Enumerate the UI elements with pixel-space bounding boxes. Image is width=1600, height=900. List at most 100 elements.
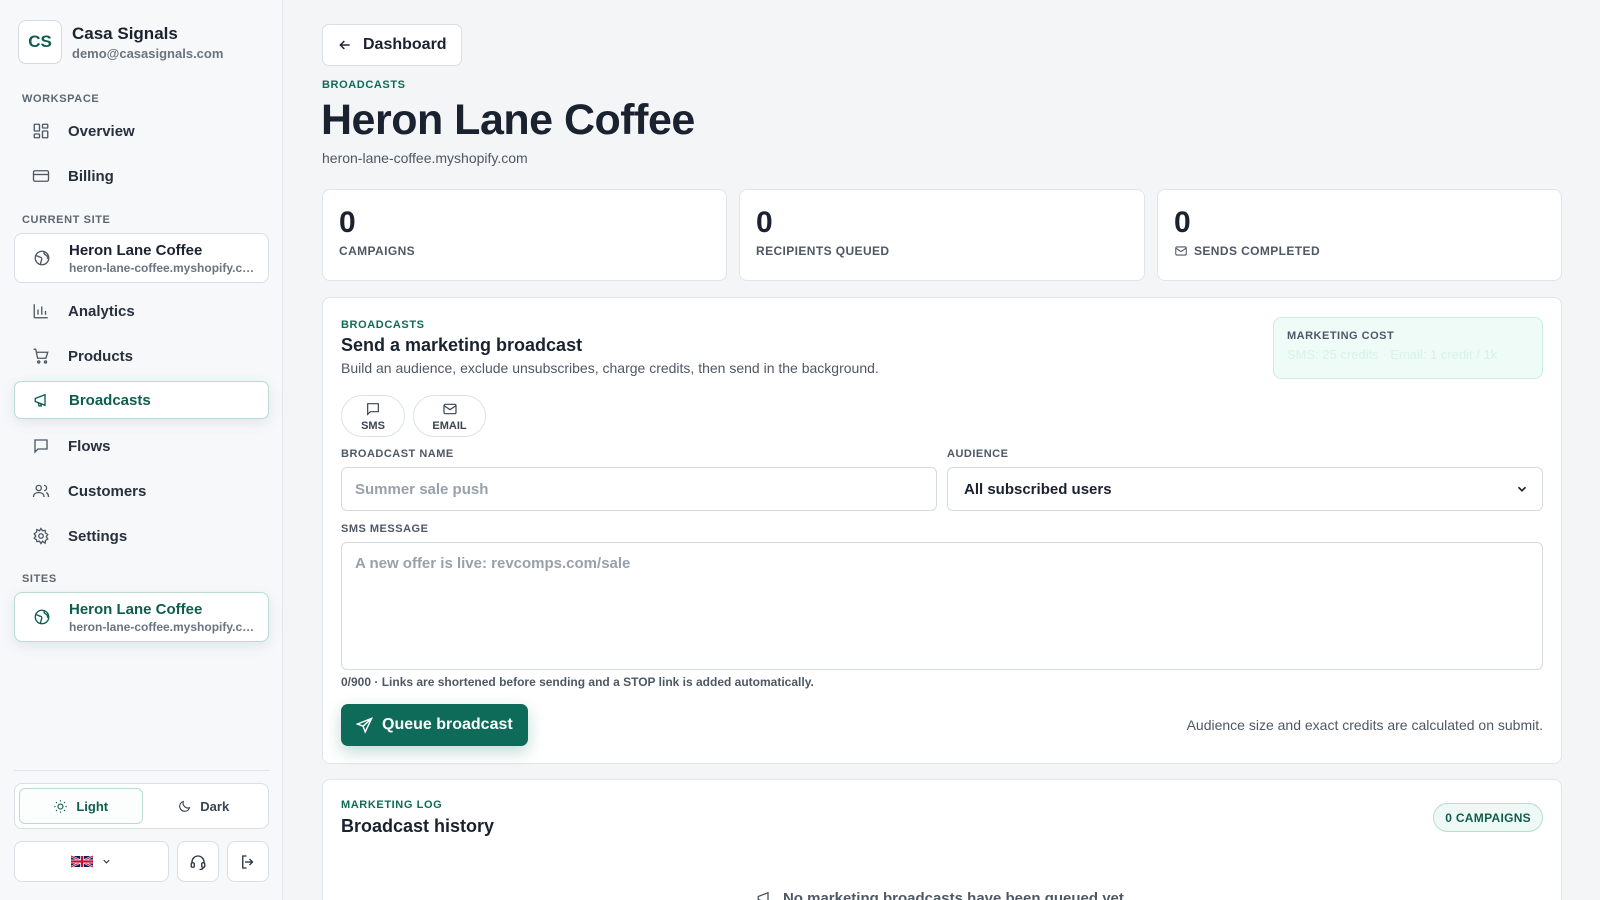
sidebar-item-products[interactable]: Products	[14, 337, 269, 375]
page-eyebrow: BROADCASTS	[322, 79, 406, 91]
channel-email-button[interactable]: EMAIL	[413, 395, 486, 437]
marketing-cost-value: SMS: 25 credits · Email: 1 credit / 1k	[1287, 347, 1498, 362]
chevron-down-icon	[103, 859, 110, 864]
channel-label: SMS	[361, 419, 385, 432]
sidebar-item-label: Products	[68, 347, 134, 365]
grid-icon	[33, 123, 49, 139]
stat-label: RECIPIENTS QUEUED	[756, 244, 890, 258]
brand-name: Casa Signals	[72, 23, 178, 43]
current-site-section-label: CURRENT SITE	[22, 214, 111, 226]
stat-recipients-queued: 0 RECIPIENTS QUEUED	[739, 189, 1145, 281]
marketing-cost-box: MARKETING COST SMS: 25 credits · Email: …	[1273, 317, 1543, 379]
empty-state-text: No marketing broadcasts have been queued…	[782, 889, 1129, 900]
audience-label: AUDIENCE	[947, 448, 1009, 460]
brand-logo: CS	[18, 20, 62, 64]
current-site-card[interactable]: Heron Lane Coffee heron-lane-coffee.mysh…	[14, 233, 269, 283]
support-button[interactable]	[177, 841, 219, 882]
sidebar: CS Casa Signals demo@casasignals.com WOR…	[0, 0, 283, 900]
megaphone-icon	[757, 891, 769, 900]
cart-icon	[33, 348, 49, 364]
sidebar-item-label: Analytics	[68, 302, 135, 320]
sidebar-divider	[14, 770, 269, 771]
stat-label: SENDS COMPLETED	[1174, 244, 1545, 258]
stat-label-text: SENDS COMPLETED	[1194, 244, 1321, 258]
sidebar-item-label: Billing	[68, 167, 114, 185]
message-square-icon	[34, 439, 48, 454]
sidebar-item-label: Broadcasts	[69, 391, 151, 409]
sidebar-item-label: Flows	[68, 437, 111, 455]
main-content: Dashboard BROADCASTS Heron Lane Coffee h…	[284, 0, 1600, 900]
brand: CS Casa Signals demo@casasignals.com	[18, 20, 223, 64]
logout-icon	[242, 854, 254, 869]
card-description: Build an audience, exclude unsubscribes,…	[341, 360, 879, 376]
sms-message-textarea[interactable]	[341, 542, 1543, 670]
stat-label: CAMPAIGNS	[339, 244, 416, 258]
logout-button[interactable]	[227, 841, 269, 882]
globe-icon	[34, 250, 50, 266]
queue-broadcast-button[interactable]: Queue broadcast	[341, 704, 528, 746]
site-domain: heron-lane-coffee.myshopify.com	[69, 619, 259, 634]
theme-dark-label: Dark	[200, 798, 230, 814]
sidebar-item-label: Settings	[68, 527, 128, 545]
bar-chart-icon	[33, 304, 48, 319]
sms-message-label: SMS MESSAGE	[341, 523, 429, 535]
theme-toggle: Light Dark	[14, 783, 269, 829]
megaphone-icon	[34, 393, 46, 407]
stat-value: 0	[756, 206, 773, 239]
chevron-down-icon	[1517, 486, 1527, 492]
arrow-left-icon	[339, 40, 350, 50]
site-item-heron-lane-coffee[interactable]: Heron Lane Coffee heron-lane-coffee.mysh…	[14, 592, 269, 642]
sites-section-label: SITES	[22, 573, 57, 585]
broadcast-composer-card: BROADCASTS Send a marketing broadcast Bu…	[322, 297, 1562, 764]
card-title: Send a marketing broadcast	[341, 335, 583, 355]
theme-dark-button[interactable]: Dark	[143, 788, 265, 824]
sidebar-item-customers[interactable]: Customers	[14, 472, 269, 510]
sidebar-item-billing[interactable]: Billing	[14, 157, 269, 195]
message-hint: 0/900 · Links are shortened before sendi…	[341, 675, 814, 689]
stat-value: 0	[1174, 206, 1191, 239]
workspace-section-label: WORKSPACE	[22, 93, 100, 105]
current-site-name: Heron Lane Coffee	[69, 241, 203, 259]
theme-light-button[interactable]: Light	[19, 788, 143, 824]
sidebar-item-settings[interactable]: Settings	[14, 517, 269, 555]
uk-flag-icon	[71, 855, 93, 868]
campaign-count-badge: 0 CAMPAIGNS	[1433, 803, 1543, 832]
message-square-icon	[367, 402, 379, 416]
stat-sends-completed: 0 SENDS COMPLETED	[1157, 189, 1562, 281]
sidebar-item-broadcasts[interactable]: Broadcasts	[14, 381, 269, 419]
history-eyebrow: MARKETING LOG	[341, 799, 443, 811]
sidebar-item-flows[interactable]: Flows	[14, 427, 269, 465]
audience-selected-value: All subscribed users	[964, 480, 1112, 498]
language-selector[interactable]	[14, 841, 169, 882]
channel-sms-button[interactable]: SMS	[341, 395, 405, 437]
broadcast-name-input[interactable]	[341, 467, 937, 511]
users-icon	[32, 484, 50, 498]
history-title: Broadcast history	[341, 816, 495, 836]
marketing-cost-label: MARKETING COST	[1287, 330, 1395, 342]
queue-broadcast-label: Queue broadcast	[382, 716, 513, 733]
back-button-label: Dashboard	[363, 36, 447, 53]
page-subtitle: heron-lane-coffee.myshopify.com	[322, 150, 528, 166]
sun-icon	[54, 799, 68, 813]
current-site-domain: heron-lane-coffee.myshopify.com	[69, 260, 259, 275]
globe-icon	[34, 609, 50, 625]
mail-icon	[1175, 246, 1187, 256]
credit-card-icon	[32, 170, 50, 182]
headset-icon	[190, 854, 206, 870]
broadcast-name-label: BROADCAST NAME	[341, 448, 454, 460]
channel-label: EMAIL	[432, 419, 467, 432]
site-name: Heron Lane Coffee	[69, 600, 203, 618]
submit-note: Audience size and exact credits are calc…	[1186, 717, 1543, 733]
sidebar-item-overview[interactable]: Overview	[14, 112, 269, 150]
stat-campaigns: 0 CAMPAIGNS	[322, 189, 727, 281]
back-to-dashboard-button[interactable]: Dashboard	[322, 24, 462, 66]
theme-light-label: Light	[76, 798, 109, 814]
sidebar-item-analytics[interactable]: Analytics	[14, 292, 269, 330]
gear-icon	[33, 527, 49, 545]
moon-icon	[179, 800, 191, 812]
audience-select[interactable]: All subscribed users	[947, 467, 1543, 511]
broadcast-history-card: MARKETING LOG Broadcast history 0 CAMPAI…	[322, 779, 1562, 900]
account-email: demo@casasignals.com	[72, 45, 224, 61]
sidebar-item-label: Overview	[68, 122, 135, 140]
page-title: Heron Lane Coffee	[321, 96, 695, 144]
